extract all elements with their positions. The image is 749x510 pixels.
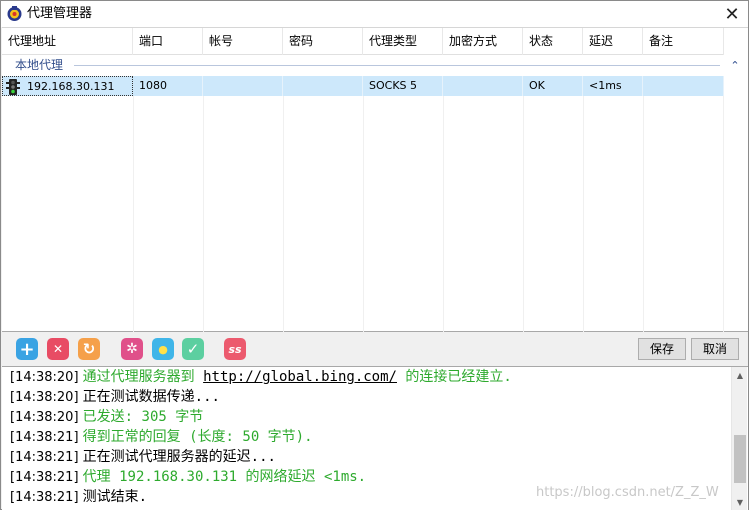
cell-account	[203, 76, 283, 96]
scroll-down-icon[interactable]: ▼	[732, 494, 748, 510]
column-header-password[interactable]: 密码	[283, 28, 363, 55]
column-header-encryption[interactable]: 加密方式	[443, 28, 523, 55]
log-line: [14:38:21] 得到正常的回复 (长度: 50 字节).	[10, 427, 313, 447]
title-bar: 代理管理器 ✕	[1, 1, 748, 27]
delete-icon[interactable]: ✕	[47, 338, 69, 360]
log-timestamp: [14:38:20]	[10, 410, 83, 425]
cell-status: OK	[523, 76, 583, 96]
close-icon: ✕	[724, 3, 740, 25]
cell-type: SOCKS 5	[363, 76, 443, 96]
grid-header: 代理地址 端口 帐号 密码 代理类型 加密方式 状态 延迟 备注	[2, 28, 724, 55]
log-line: [14:38:20] 已发送: 305 字节	[10, 407, 203, 427]
log-panel[interactable]: [14:38:20] 通过代理服务器到 http://global.bing.c…	[2, 366, 748, 510]
cancel-button[interactable]: 取消	[691, 338, 739, 360]
column-header-account[interactable]: 帐号	[203, 28, 283, 55]
cell-note	[643, 76, 724, 96]
scroll-thumb[interactable]	[734, 435, 746, 483]
group-label: 本地代理	[15, 58, 64, 72]
log-scrollbar[interactable]: ▲ ▼	[731, 367, 747, 510]
log-timestamp: [14:38:20]	[10, 390, 83, 405]
log-timestamp: [14:38:21]	[10, 450, 83, 465]
watermark: https://blog.csdn.net/Z_Z_W	[536, 485, 719, 500]
scroll-up-icon[interactable]: ▲	[732, 367, 748, 383]
log-timestamp: [14:38:21]	[10, 470, 83, 485]
log-timestamp: [14:38:20]	[10, 370, 83, 385]
log-line: [14:38:20] 通过代理服务器到 http://global.bing.c…	[10, 367, 512, 387]
log-message: 得到正常的回复 (长度: 50 字节).	[82, 429, 313, 445]
log-message: 测试结束.	[82, 489, 148, 505]
log-message: 的连接已经建立.	[396, 369, 512, 385]
column-header-status[interactable]: 状态	[523, 28, 583, 55]
column-header-note[interactable]: 备注	[643, 28, 724, 55]
traffic-light-icon	[6, 79, 20, 95]
toolbar: + ✕ ↻ ✲ ● ✓ ss 保存 取消	[2, 333, 748, 365]
table-row[interactable]: 192.168.30.131 1080 SOCKS 5 OK <1ms	[2, 76, 724, 96]
log-timestamp: [14:38:21]	[10, 430, 83, 445]
check-icon[interactable]: ✓	[182, 338, 204, 360]
log-timestamp: [14:38:21]	[10, 490, 83, 505]
save-button[interactable]: 保存	[638, 338, 686, 360]
group-divider	[74, 65, 720, 66]
cell-address-text: 192.168.30.131	[27, 80, 115, 93]
proxy-grid[interactable]: 代理地址 端口 帐号 密码 代理类型 加密方式 状态 延迟 备注 本地代理 ⌃	[2, 27, 748, 332]
log-message: 通过代理服务器到	[82, 369, 204, 385]
settings-icon[interactable]: ✲	[121, 338, 143, 360]
shadowsocks-icon[interactable]: ss	[224, 338, 246, 360]
column-header-address[interactable]: 代理地址	[2, 28, 133, 55]
column-header-type[interactable]: 代理类型	[363, 28, 443, 55]
log-message: 正在测试数据传递...	[82, 389, 220, 405]
column-header-port[interactable]: 端口	[133, 28, 203, 55]
log-line: [14:38:21] 测试结束.	[10, 487, 147, 507]
tip-icon[interactable]: ●	[152, 338, 174, 360]
log-line: [14:38:21] 正在测试代理服务器的延迟...	[10, 447, 276, 467]
log-line: [14:38:20] 正在测试数据传递...	[10, 387, 220, 407]
column-header-latency[interactable]: 延迟	[583, 28, 643, 55]
app-icon	[7, 6, 22, 21]
log-line: [14:38:21] 代理 192.168.30.131 的网络延迟 <1ms.	[10, 467, 366, 487]
collapse-chevron-icon[interactable]: ⌃	[728, 59, 742, 72]
cell-encryption	[443, 76, 523, 96]
log-message: 正在测试代理服务器的延迟...	[82, 449, 276, 465]
cell-address: 192.168.30.131	[2, 76, 133, 96]
window-title: 代理管理器	[27, 6, 93, 21]
close-button[interactable]: ✕	[716, 1, 748, 27]
group-row-local[interactable]: 本地代理	[2, 55, 724, 75]
log-link[interactable]: http://global.bing.com/	[203, 369, 397, 385]
cell-latency: <1ms	[583, 76, 643, 96]
log-message: 代理 192.168.30.131 的网络延迟 <1ms.	[82, 469, 367, 485]
add-icon[interactable]: +	[16, 338, 38, 360]
log-message: 已发送: 305 字节	[82, 409, 204, 425]
proxy-manager-window: 代理管理器 ✕ 代理地址 端口 帐号 密码 代理类型 加密方式 状态 延迟 备注…	[0, 0, 749, 510]
refresh-icon[interactable]: ↻	[78, 338, 100, 360]
cell-port: 1080	[133, 76, 203, 96]
cell-password	[283, 76, 363, 96]
